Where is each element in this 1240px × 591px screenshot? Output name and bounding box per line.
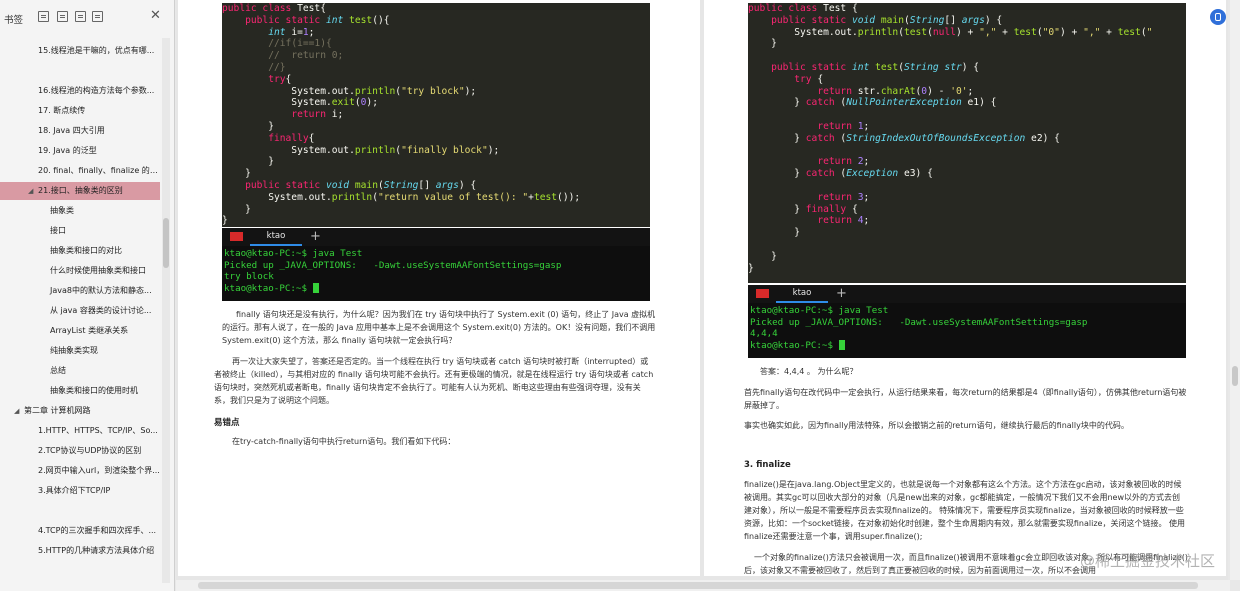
paragraph: 首先finally语句在改代码中一定会执行，从运行结果来看，每次return的结…	[744, 388, 1187, 410]
flag-icon	[230, 232, 243, 241]
terminal-output: ktao@ktao-PC:~$ java Test Picked up _JAV…	[750, 305, 1087, 351]
pdf-page-right: public class Test { public static void m…	[704, 0, 1226, 576]
terminal-line: Picked up _JAVA_OPTIONS: -Dawt.useSystem…	[750, 316, 1088, 328]
answer-text: 答案：4,4,4 。 为什么呢？	[760, 367, 858, 376]
sidebar-bookmark-item[interactable]: 抽象类和接口的对比	[0, 242, 160, 260]
sidebar-bookmark-item[interactable]: 1.HTTP、HTTPS、TCP/IP、So...	[0, 422, 160, 440]
terminal-tab[interactable]: ktao	[250, 228, 302, 246]
sidebar-bookmark-item[interactable]: Java8中的默认方法和静态...	[0, 282, 160, 300]
vertical-scroll-thumb[interactable]	[1232, 366, 1238, 386]
sidebar-bookmark-item[interactable]: 19. Java 的泛型	[0, 142, 160, 160]
terminal-tab-bar: ktao +	[748, 285, 1186, 303]
terminal-output: ktao@ktao-PC:~$ java Test Picked up _JAV…	[224, 248, 561, 294]
terminal-cursor	[312, 283, 319, 293]
sidebar-scroll-thumb[interactable]	[163, 218, 169, 268]
terminal-prompt: ktao@ktao-PC:~$	[224, 282, 313, 294]
sidebar-bookmark-item[interactable]: 21.接口、抽象类的区别	[0, 182, 160, 200]
sidebar-scrollbar[interactable]	[162, 38, 170, 583]
sidebar-bookmark-item[interactable]: 15.线程池是干嘛的，优点有哪...	[0, 42, 160, 60]
document-view: public class Test{ public static int tes…	[176, 0, 1228, 580]
new-tab-icon[interactable]: +	[310, 228, 321, 245]
sidebar-bookmark-item[interactable]: 抽象类和接口的使用时机	[0, 382, 160, 400]
terminal-window: ktao + ktao@ktao-PC:~$ java Test Picked …	[748, 285, 1186, 358]
expand-all-icon[interactable]	[38, 11, 49, 22]
horizontal-scroll-thumb[interactable]	[198, 582, 1198, 589]
terminal-cursor	[838, 340, 845, 350]
expand-triangle-icon[interactable]: ◢	[14, 402, 19, 420]
paragraph: finally 语句块还是没有执行，为什么呢？因为我们在 try 语句块中执行了…	[222, 310, 656, 345]
terminal-line: try block	[224, 271, 274, 282]
sidebar-bookmark-item[interactable]: 总结	[0, 362, 160, 380]
sidebar-bookmark-item[interactable]: 什么时候使用抽象类和接口	[0, 262, 160, 280]
sidebar-bookmark-item[interactable]: 2.TCP协议与UDP协议的区别	[0, 442, 160, 460]
user-avatar-icon[interactable]	[1210, 9, 1226, 25]
expand-triangle-icon[interactable]: ◢	[28, 182, 33, 200]
terminal-window: ktao + ktao@ktao-PC:~$ java Test Picked …	[222, 228, 650, 301]
terminal-line: 4,4,4	[750, 328, 778, 339]
sidebar-bookmark-item[interactable]: 5.HTTP的几种请求方法具体介绍	[0, 542, 160, 560]
collapse-all-icon[interactable]	[57, 11, 68, 22]
terminal-tab[interactable]: ktao	[776, 285, 828, 303]
terminal-prompt: ktao@ktao-PC:~$	[750, 339, 839, 351]
sidebar-bookmark-item[interactable]: 3.具体介绍下TCP/IP	[0, 482, 160, 500]
sidebar-bookmark-item[interactable]: 接口	[0, 222, 160, 240]
pdf-page-left: public class Test{ public static int tes…	[178, 0, 700, 576]
sidebar-bookmark-item[interactable]: 16.线程池的构造方法每个参数...	[0, 82, 160, 100]
code-block: public class Test{ public static int tes…	[222, 3, 650, 227]
horizontal-scrollbar[interactable]	[176, 580, 1230, 591]
sidebar-header: 书签 ✕	[0, 0, 174, 34]
close-icon[interactable]: ✕	[150, 8, 161, 23]
section-heading: 3. finalize	[744, 460, 791, 470]
bookmark-icon[interactable]	[92, 11, 103, 22]
paragraph: 再一次让大家失望了，答案还是否定的。当一个线程在执行 try 语句块或者 cat…	[214, 357, 654, 405]
add-bookmark-icon[interactable]	[75, 11, 86, 22]
sidebar-bookmark-item[interactable]: 纯抽象类实现	[0, 342, 160, 360]
watermark: @稀土掘金技术社区	[1080, 552, 1216, 570]
new-tab-icon[interactable]: +	[836, 285, 847, 302]
sidebar-bookmark-item[interactable]: 4.TCP的三次握手和四次挥手、...	[0, 522, 160, 540]
flag-icon	[756, 289, 769, 298]
paragraph: finalize()是在java.lang.Object里定义的，也就是说每一个…	[744, 480, 1185, 541]
sidebar-bookmark-item[interactable]: ArrayList 类继承关系	[0, 322, 160, 340]
bookmark-sidebar: 书签 ✕ 15.线程池是干嘛的，优点有哪... 16.线程池的构造方法每个参数..…	[0, 0, 175, 591]
vertical-scrollbar[interactable]	[1230, 0, 1240, 580]
sidebar-bookmark-item[interactable]: 2.网页中输入url，到渲染整个界...	[0, 462, 160, 480]
sidebar-title: 书签	[4, 15, 24, 26]
sidebar-bookmark-item[interactable]: 从 java 容器类的设计讨论...	[0, 302, 160, 320]
code-block: public class Test { public static void m…	[748, 3, 1186, 283]
paragraph: 在try-catch-finally语句中执行return语句。我们看如下代码：	[232, 437, 456, 446]
terminal-tab-bar: ktao +	[222, 228, 650, 246]
terminal-line: ktao@ktao-PC:~$ java Test	[750, 305, 889, 316]
sidebar-bookmark-item[interactable]: 17. 断点续传	[0, 102, 160, 120]
sidebar-bookmark-item[interactable]: 20. final、finally、finalize 的区...	[0, 162, 160, 180]
terminal-line: ktao@ktao-PC:~$ java Test	[224, 248, 363, 259]
section-heading: 易错点	[214, 418, 240, 428]
bookmark-list: 15.线程池是干嘛的，优点有哪... 16.线程池的构造方法每个参数... 17. …	[0, 38, 160, 578]
sidebar-bookmark-item[interactable]: 抽象类	[0, 202, 160, 220]
sidebar-bookmark-item[interactable]: 第二章 计算机网路	[0, 402, 160, 420]
terminal-line: Picked up _JAVA_OPTIONS: -Dawt.useSystem…	[224, 259, 562, 271]
paragraph: 事实也确实如此，因为finally用法特殊，所以会撤销之前的return语句，继…	[744, 421, 1129, 430]
sidebar-bookmark-item[interactable]: 18. Java 四大引用	[0, 122, 160, 140]
